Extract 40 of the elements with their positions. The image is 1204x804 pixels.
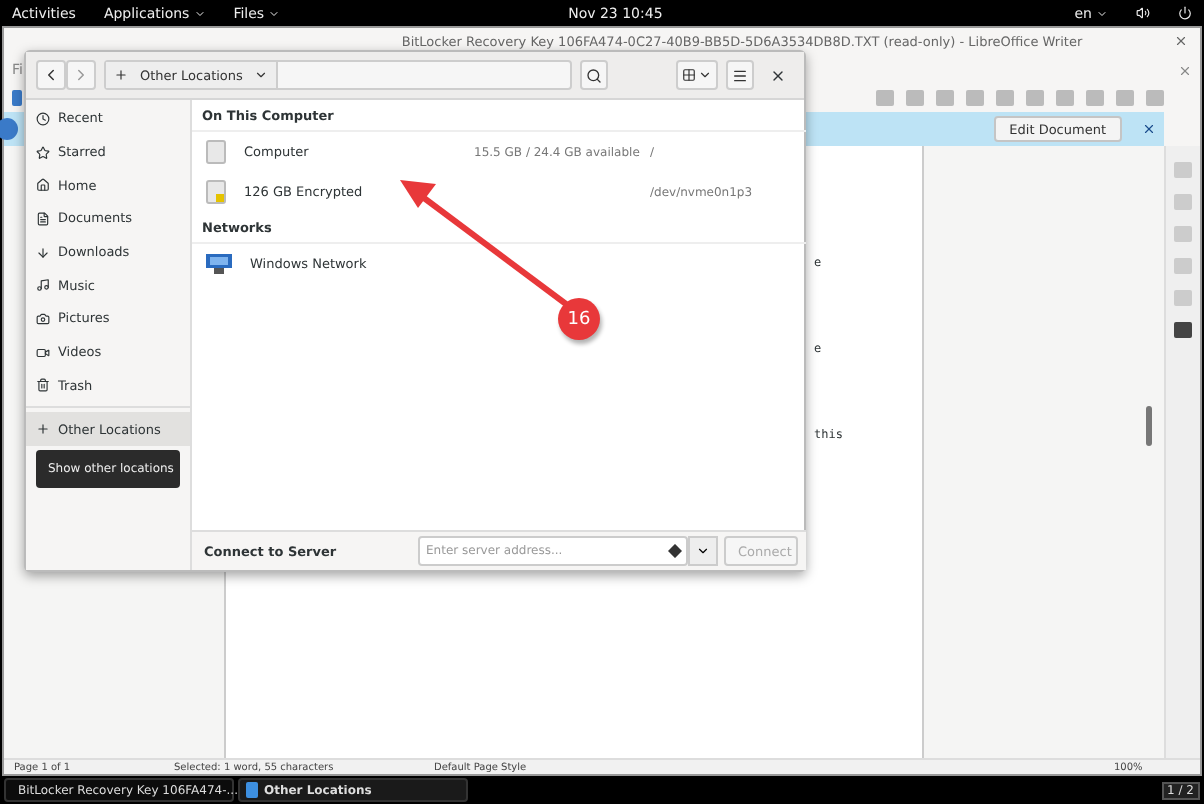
help-icon xyxy=(668,544,682,558)
back-button[interactable] xyxy=(36,60,66,90)
caret-icon xyxy=(696,544,710,558)
sidebar-icon xyxy=(36,111,50,126)
close-icon[interactable] xyxy=(1174,34,1188,48)
app-icon xyxy=(246,782,258,798)
caret-icon xyxy=(698,68,712,82)
drive-icon xyxy=(206,140,226,164)
search-button[interactable] xyxy=(580,60,608,90)
caret-icon xyxy=(1096,7,1108,19)
view-button[interactable] xyxy=(676,60,718,90)
forward-icon xyxy=(72,66,90,84)
close-icon[interactable] xyxy=(1142,122,1156,136)
info-icon xyxy=(0,118,18,140)
search-icon xyxy=(586,67,602,83)
caret-icon xyxy=(268,7,281,19)
grid-view-icon xyxy=(682,68,696,82)
close-icon[interactable] xyxy=(770,67,786,83)
back-icon xyxy=(42,66,60,84)
sidebar-icon xyxy=(36,378,50,393)
sidebar-icon xyxy=(36,178,50,193)
sidebar-icon xyxy=(36,422,50,437)
menu-icon xyxy=(732,67,748,83)
locked-drive-icon xyxy=(206,180,226,204)
caret-icon xyxy=(193,7,206,19)
sidebar-icon xyxy=(36,311,50,326)
sidebar-icon xyxy=(36,245,50,260)
volume-icon[interactable] xyxy=(1136,6,1150,20)
sidebar-icon xyxy=(36,278,50,293)
sidebar-icon xyxy=(36,345,50,360)
network-icon xyxy=(206,254,232,274)
power-icon[interactable] xyxy=(1178,6,1192,20)
sidebar-icon xyxy=(36,211,50,226)
dropdown-button[interactable] xyxy=(688,536,718,566)
toolbar-icon[interactable] xyxy=(12,90,22,106)
plus-icon xyxy=(114,68,128,82)
menu-button[interactable] xyxy=(726,60,754,90)
caret-icon xyxy=(254,68,269,82)
sidebar-icon xyxy=(36,145,50,160)
scrollbar-thumb[interactable] xyxy=(1146,406,1152,446)
